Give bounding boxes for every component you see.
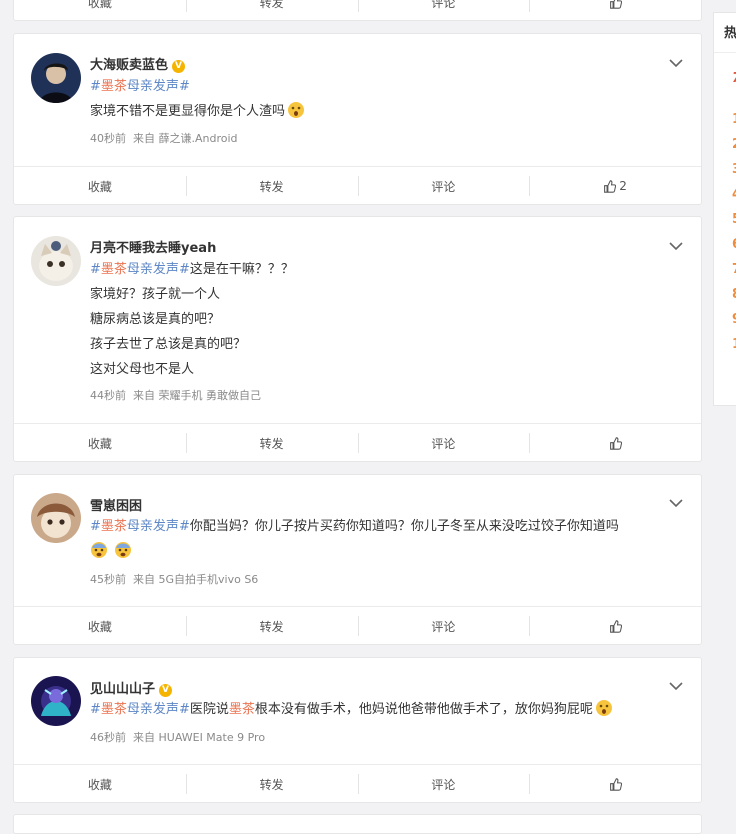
like-count: 2 <box>619 179 627 193</box>
action-bar: 收藏 转发 评论 <box>14 606 701 644</box>
text-line: 家境好？孩子就一个人 <box>90 287 221 302</box>
hashtag[interactable]: #墨茶母亲发声# <box>90 519 190 534</box>
username[interactable]: 见山山山子 V <box>90 678 173 697</box>
comment-button[interactable]: 评论 <box>357 424 530 461</box>
action-bar: 收藏 转发 评论 <box>14 0 701 20</box>
hot-search-sidebar: 热 7 1 2 3 4 5 6 7 8 9 1 <box>713 12 736 406</box>
timestamp[interactable]: 45秒前 <box>90 573 126 586</box>
rank-number[interactable]: 1 <box>732 112 736 127</box>
timestamp[interactable]: 40秒前 <box>90 132 126 145</box>
text-line: 糖尿病总该是真的吧？ <box>90 312 221 327</box>
username[interactable]: 月亮不睡我去睡yeah <box>90 237 216 256</box>
text-line <box>90 539 681 564</box>
rank-number[interactable]: 3 <box>732 162 736 177</box>
verified-badge-icon: V <box>159 684 173 697</box>
post-meta: 45秒前 来自 5G自拍手机vivo S6 <box>90 571 258 587</box>
post-text: #墨茶母亲发声# 家境不错不是更显得你是个人渣吗 <box>90 74 681 124</box>
sidebar-title: 热 <box>724 26 736 41</box>
rank-number[interactable]: 9 <box>732 312 736 327</box>
rank-number[interactable]: 8 <box>732 287 736 302</box>
post-meta: 44秒前 来自 荣耀手机 勇敢做自己 <box>90 387 261 403</box>
collect-button[interactable]: 收藏 <box>14 607 186 644</box>
comment-button[interactable]: 评论 <box>357 765 530 802</box>
action-bar: 收藏 转发 评论 2 <box>14 166 701 204</box>
partial-post-card <box>13 814 702 834</box>
comment-button[interactable]: 评论 <box>357 607 530 644</box>
source[interactable]: 来自 HUAWEI Mate 9 Pro <box>133 731 265 744</box>
collect-button[interactable]: 收藏 <box>14 765 186 802</box>
post-text: #墨茶母亲发声#你配当妈？你儿子按片买药你知道吗？你儿子冬至从来没吃过饺子你知道… <box>90 514 681 564</box>
hashtag[interactable]: #墨茶母亲发声# <box>90 262 190 277</box>
repost-button[interactable]: 转发 <box>185 167 358 204</box>
thumbs-up-icon <box>604 179 617 193</box>
chevron-down-icon[interactable] <box>669 241 683 251</box>
timestamp[interactable]: 44秒前 <box>90 389 126 402</box>
astonished-emoji-icon <box>288 102 305 118</box>
repost-button[interactable]: 转发 <box>185 765 358 802</box>
action-bar: 收藏 转发 评论 <box>14 423 701 461</box>
like-button[interactable] <box>529 765 701 802</box>
rank-number[interactable]: 7 <box>732 262 736 277</box>
text-line: 孩子去世了总该是真的吧？ <box>90 337 247 352</box>
avatar[interactable] <box>31 493 81 543</box>
chevron-down-icon[interactable] <box>669 58 683 68</box>
timestamp[interactable]: 46秒前 <box>90 731 126 744</box>
verified-badge-icon: V <box>172 60 186 73</box>
thumbs-up-icon <box>609 777 622 791</box>
source[interactable]: 来自 荣耀手机 勇敢做自己 <box>133 389 261 402</box>
like-button[interactable] <box>529 424 701 461</box>
chevron-down-icon[interactable] <box>669 498 683 508</box>
fearful-emoji-icon <box>91 542 107 558</box>
collect-button[interactable]: 收藏 <box>14 424 186 461</box>
repost-button[interactable]: 转发 <box>185 0 358 20</box>
text-line: 家境不错不是更显得你是个人渣吗 <box>90 99 681 124</box>
thumbs-up-icon <box>609 619 622 633</box>
divider <box>714 52 736 53</box>
post-meta: 40秒前 来自 薛之谦.Android <box>90 130 238 146</box>
hashtag[interactable]: #墨茶母亲发声# <box>90 79 190 94</box>
thumbs-up-icon <box>609 436 622 450</box>
rank-number[interactable]: 6 <box>732 237 736 252</box>
text-line: 这对父母也不是人 <box>90 362 195 377</box>
post-meta: 46秒前 来自 HUAWEI Mate 9 Pro <box>90 729 265 745</box>
astonished-emoji-icon <box>595 700 612 716</box>
like-button[interactable] <box>529 0 701 20</box>
source[interactable]: 来自 薛之谦.Android <box>133 132 238 145</box>
collect-button[interactable]: 收藏 <box>14 167 186 204</box>
comment-button[interactable]: 评论 <box>357 167 530 204</box>
repost-button[interactable]: 转发 <box>185 607 358 644</box>
avatar[interactable] <box>31 676 81 726</box>
username[interactable]: 大海贩卖蓝色 V <box>90 54 186 73</box>
partial-post-card: 收藏 转发 评论 <box>13 0 702 21</box>
repost-button[interactable]: 转发 <box>185 424 358 461</box>
collect-button[interactable]: 收藏 <box>14 0 186 20</box>
text-line: #墨茶母亲发声# <box>90 74 681 99</box>
source[interactable]: 来自 5G自拍手机vivo S6 <box>133 573 258 586</box>
text-line: #墨茶母亲发声#你配当妈？你儿子按片买药你知道吗？你儿子冬至从来没吃过饺子你知道… <box>90 519 619 534</box>
like-button[interactable]: 2 <box>529 167 701 204</box>
post-card: 大海贩卖蓝色 V #墨茶母亲发声# 家境不错不是更显得你是个人渣吗 40秒前 来自 … <box>13 33 702 205</box>
post-text: #墨茶母亲发声#医院说墨茶根本没有做手术，他妈说他爸带他做手术了，放你妈狗屁呢 <box>90 697 681 722</box>
like-button[interactable] <box>529 607 701 644</box>
rank-number[interactable]: 7 <box>732 71 736 86</box>
avatar[interactable] <box>31 236 81 286</box>
username[interactable]: 雪崽困困 <box>90 495 142 514</box>
comment-button[interactable]: 评论 <box>357 0 530 20</box>
rank-number[interactable]: 1 <box>732 337 736 352</box>
post-card: 见山山山子 V #墨茶母亲发声#医院说墨茶根本没有做手术，他妈说他爸带他做手术了，… <box>13 657 702 803</box>
post-card: 雪崽困困 #墨茶母亲发声#你配当妈？你儿子按片买药你知道吗？你儿子冬至从来没吃过… <box>13 474 702 645</box>
avatar[interactable] <box>31 53 81 103</box>
hashtag[interactable]: #墨茶母亲发声# <box>90 702 190 717</box>
text-line: #墨茶母亲发声#这是在干嘛？？？ <box>90 262 294 277</box>
chevron-down-icon[interactable] <box>669 681 683 691</box>
post-card: 月亮不睡我去睡yeah #墨茶母亲发声#这是在干嘛？？？ 家境好？孩子就一个人 … <box>13 216 702 462</box>
rank-number[interactable]: 4 <box>732 187 736 202</box>
action-bar: 收藏 转发 评论 <box>14 764 701 802</box>
text-line: #墨茶母亲发声#医院说墨茶根本没有做手术，他妈说他爸带他做手术了，放你妈狗屁呢 <box>90 697 681 722</box>
rank-number[interactable]: 5 <box>732 212 736 227</box>
fearful-emoji-icon <box>115 542 132 558</box>
post-text: #墨茶母亲发声#这是在干嘛？？？ 家境好？孩子就一个人 糖尿病总该是真的吧？ 孩… <box>90 257 681 382</box>
rank-number[interactable]: 2 <box>732 137 736 152</box>
thumbs-up-icon <box>609 0 622 9</box>
